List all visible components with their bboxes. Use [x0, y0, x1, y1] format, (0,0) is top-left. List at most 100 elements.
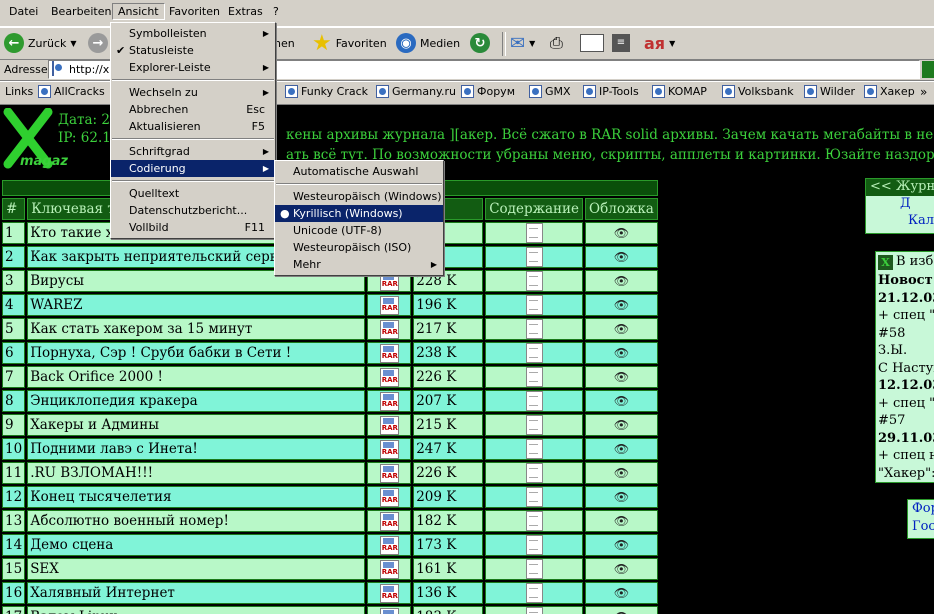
document-icon[interactable]	[525, 607, 543, 614]
eye-icon[interactable]: 👁	[614, 610, 629, 614]
row-download[interactable]: RAR	[367, 534, 412, 556]
row-contents[interactable]	[485, 414, 584, 436]
menu-favoriten[interactable]: Favoriten	[169, 5, 220, 18]
menu-item-explorer-leiste[interactable]: Explorer-Leiste ▶	[111, 59, 275, 76]
document-icon[interactable]	[525, 415, 543, 435]
document-icon[interactable]	[525, 559, 543, 579]
row-cover[interactable]: 👁	[585, 486, 658, 508]
edit-button[interactable]	[580, 31, 604, 55]
row-contents[interactable]	[485, 582, 584, 604]
document-icon[interactable]	[525, 511, 543, 531]
rar-archive-icon[interactable]: RAR	[379, 487, 399, 507]
document-icon[interactable]	[525, 487, 543, 507]
row-cover[interactable]: 👁	[585, 294, 658, 316]
eye-icon[interactable]: 👁	[614, 418, 629, 432]
menu-item-automatische-auswahl[interactable]: Automatische Auswahl	[275, 163, 443, 180]
row-cover[interactable]: 👁	[585, 246, 658, 268]
menu-bearbeiten[interactable]: Bearbeiten	[51, 5, 111, 18]
row-cover[interactable]: 👁	[585, 582, 658, 604]
menu-item-statusleiste[interactable]: ✔ Statusleiste	[111, 42, 275, 59]
eye-icon[interactable]: 👁	[614, 562, 629, 576]
eye-icon[interactable]: 👁	[614, 370, 629, 384]
rar-archive-icon[interactable]: RAR	[379, 607, 399, 614]
rar-archive-icon[interactable]: RAR	[379, 559, 399, 579]
rar-archive-icon[interactable]: RAR	[379, 463, 399, 483]
row-cover[interactable]: 👁	[585, 606, 658, 614]
row-contents[interactable]	[485, 534, 584, 556]
row-contents[interactable]	[485, 342, 584, 364]
row-cover[interactable]: 👁	[585, 510, 658, 532]
link-haker[interactable]: Хакер	[864, 85, 915, 98]
journal-nav-header[interactable]: << Журнал	[866, 179, 934, 196]
row-cover[interactable]: 👁	[585, 366, 658, 388]
row-cover[interactable]: 👁	[585, 270, 658, 292]
row-cover[interactable]: 👁	[585, 438, 658, 460]
link-wilder[interactable]: Wilder	[804, 85, 855, 98]
row-cover[interactable]: 👁	[585, 390, 658, 412]
menu-item-symbolleisten[interactable]: Symbolleisten ▶	[111, 25, 275, 42]
row-contents[interactable]	[485, 390, 584, 412]
encoding-button[interactable]: aя ▼	[644, 31, 675, 55]
row-contents[interactable]	[485, 438, 584, 460]
row-contents[interactable]	[485, 222, 584, 244]
link-allcracks[interactable]: AllCracks	[38, 85, 105, 98]
rar-archive-icon[interactable]: RAR	[379, 439, 399, 459]
menu-item-codierung[interactable]: Codierung ▶	[111, 160, 275, 177]
document-icon[interactable]	[525, 319, 543, 339]
eye-icon[interactable]: 👁	[614, 586, 629, 600]
favorites-button[interactable]: ★ Favoriten	[312, 31, 387, 56]
calendar-link[interactable]: Кален	[866, 213, 934, 230]
menu-item-mehr[interactable]: Mehr ▶	[275, 256, 443, 273]
menu-datei[interactable]: Datei	[9, 5, 38, 18]
link-forum[interactable]: Форум	[461, 85, 515, 98]
link-volksbank[interactable]: Volksbank	[722, 85, 794, 98]
row-contents[interactable]	[485, 606, 584, 614]
eye-icon[interactable]: 👁	[614, 394, 629, 408]
menu-item-abbrechen[interactable]: Abbrechen Esc	[111, 101, 275, 118]
row-contents[interactable]	[485, 270, 584, 292]
row-contents[interactable]	[485, 486, 584, 508]
row-cover[interactable]: 👁	[585, 318, 658, 340]
row-download[interactable]: RAR	[367, 366, 412, 388]
site-logo[interactable]: magaz	[0, 107, 68, 178]
menu-item-kyrillisch-windows[interactable]: ● Kyrillisch (Windows)	[275, 205, 443, 222]
row-contents[interactable]	[485, 366, 584, 388]
eye-icon[interactable]: 👁	[614, 490, 629, 504]
discuss-button[interactable]: ≡	[612, 31, 630, 55]
row-contents[interactable]	[485, 246, 584, 268]
print-button[interactable]: ⎙	[550, 31, 563, 55]
eye-icon[interactable]: 👁	[614, 298, 629, 312]
history-button[interactable]: ↻	[470, 31, 490, 55]
link-komap[interactable]: KOMAP	[652, 85, 707, 98]
link-ip-tools[interactable]: IP-Tools	[583, 85, 639, 98]
row-download[interactable]: RAR	[367, 390, 412, 412]
document-icon[interactable]	[525, 295, 543, 315]
menu-item-westeuropaeisch-windows[interactable]: Westeuropäisch (Windows)	[275, 188, 443, 205]
menu-item-datenschutzbericht[interactable]: Datenschutzbericht...	[111, 202, 275, 219]
row-download[interactable]: RAR	[367, 558, 412, 580]
rar-archive-icon[interactable]: RAR	[379, 295, 399, 315]
links-overflow-icon[interactable]: »	[920, 85, 927, 99]
row-download[interactable]: RAR	[367, 438, 412, 460]
forum-link[interactable]: Фор	[908, 500, 934, 518]
menu-item-quelltext[interactable]: Quelltext	[111, 185, 275, 202]
forward-button[interactable]: →	[88, 31, 108, 55]
row-download[interactable]: RAR	[367, 342, 412, 364]
add-favorites-row[interactable]: X В изб	[876, 252, 934, 272]
eye-icon[interactable]: 👁	[614, 442, 629, 456]
eye-icon[interactable]: 👁	[614, 346, 629, 360]
eye-icon[interactable]: 👁	[614, 322, 629, 336]
row-contents[interactable]	[485, 558, 584, 580]
guestbook-link[interactable]: Гос	[908, 518, 934, 536]
row-contents[interactable]	[485, 462, 584, 484]
row-cover[interactable]: 👁	[585, 342, 658, 364]
rar-archive-icon[interactable]: RAR	[379, 319, 399, 339]
document-icon[interactable]	[525, 391, 543, 411]
document-icon[interactable]	[525, 535, 543, 555]
back-dropdown-icon[interactable]: ▼	[70, 39, 76, 48]
row-cover[interactable]: 👁	[585, 534, 658, 556]
document-icon[interactable]	[525, 583, 543, 603]
document-icon[interactable]	[525, 367, 543, 387]
mail-button[interactable]: ✉ ▼	[510, 31, 535, 55]
go-icon[interactable]	[922, 61, 934, 78]
